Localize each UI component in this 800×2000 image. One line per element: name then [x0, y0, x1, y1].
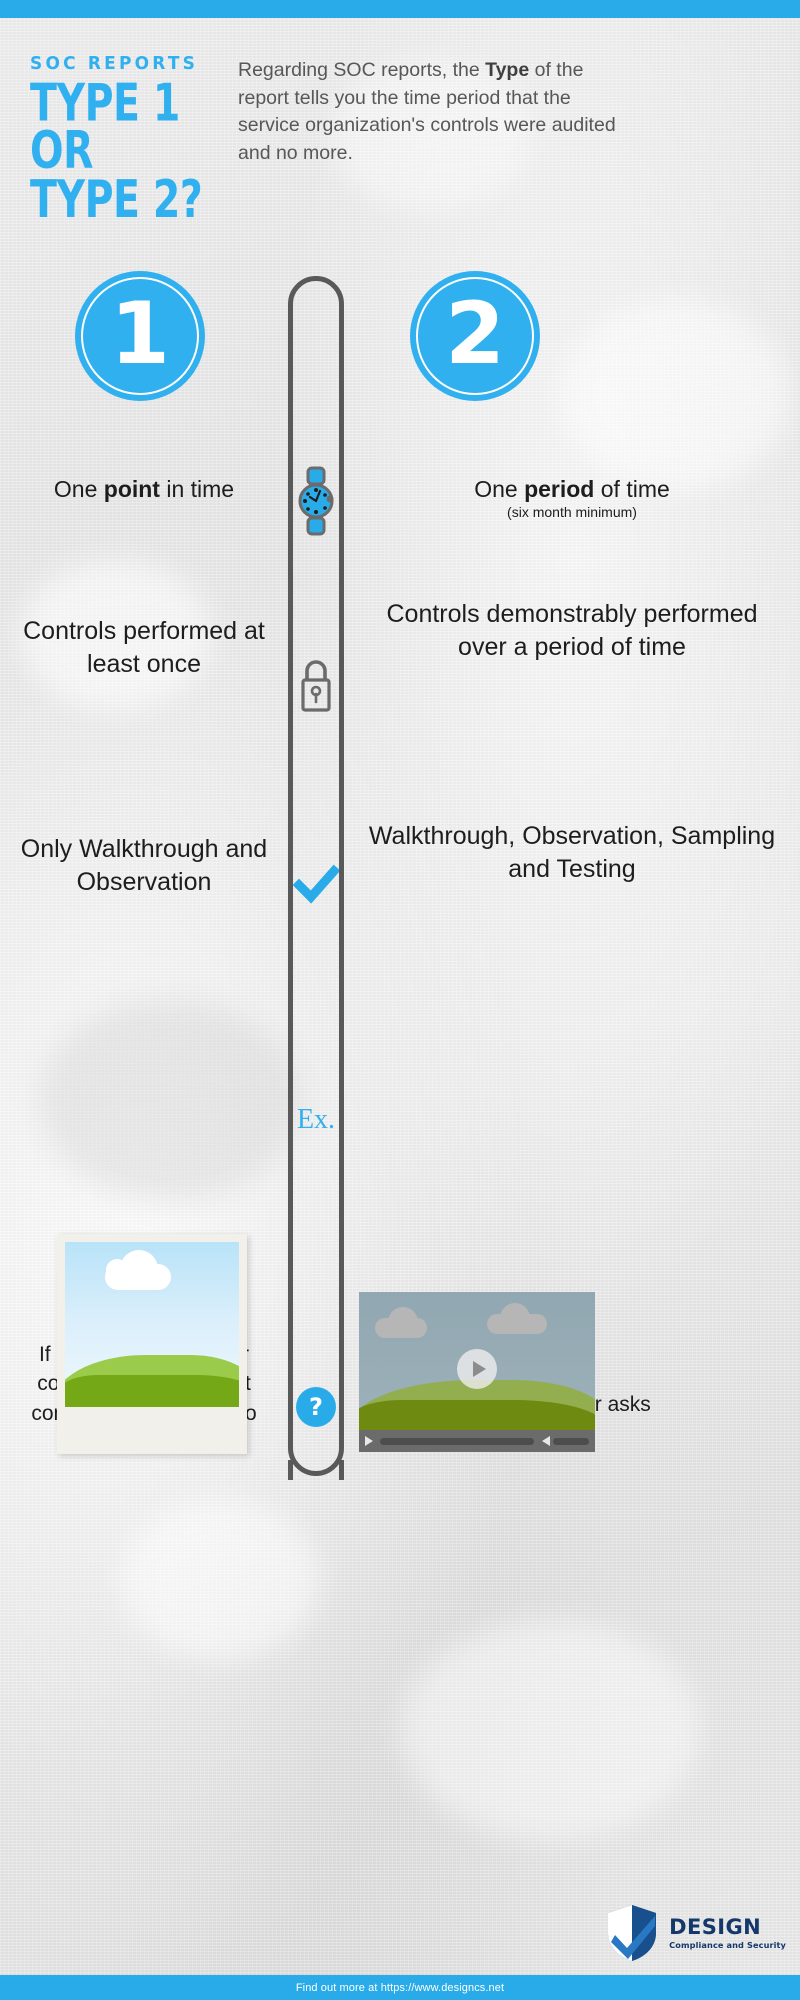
company-logo[interactable]: DESIGN Compliance and Security: [601, 1902, 786, 1964]
video-cloud-icon-1: [375, 1307, 427, 1338]
logo-text-block: DESIGN Compliance and Security: [669, 1914, 786, 1950]
row-frequency-left: Controls performed at least once: [23, 617, 265, 678]
row-timeframe: One point in time One period of time (si…: [0, 476, 800, 520]
badge-type-2-label: 2: [445, 284, 505, 384]
top-accent-bar: [0, 0, 800, 18]
row-methods-left: Only Walkthrough and Observation: [20, 835, 268, 896]
padlock-svg: [301, 660, 331, 712]
shield-check-icon: [608, 1905, 657, 1961]
ex-label: Ex.: [288, 1100, 344, 1140]
header: SOC REPORTS TYPE 1 OR TYPE 2? Regarding …: [0, 52, 800, 225]
hill-dark-shape: [65, 1375, 239, 1407]
progress-track[interactable]: [380, 1437, 534, 1445]
play-button[interactable]: [457, 1348, 497, 1389]
row-timeframe-right: One period of time (six month minimum): [344, 476, 800, 520]
page-title: TYPE 1 OR TYPE 2?: [30, 72, 226, 229]
video-control-bar[interactable]: [359, 1430, 595, 1452]
mini-play-icon[interactable]: [365, 1436, 373, 1446]
checkmark-icon: [288, 855, 344, 915]
badge-type-2: 2: [410, 271, 540, 401]
ex-label-text: Ex.: [296, 1104, 336, 1135]
row-frequency: Controls performed at least once Control…: [0, 600, 800, 681]
play-triangle-icon: [472, 1360, 486, 1377]
title-block: SOC REPORTS TYPE 1 OR TYPE 2?: [0, 52, 238, 225]
badge-type-1-label: 1: [110, 284, 170, 384]
footer-bar: Find out more at https://www.designcs.ne…: [0, 1975, 800, 2000]
cloud-icon: [105, 1250, 171, 1290]
row-timeframe-right-sub: (six month minimum): [507, 503, 637, 520]
timeline-rail-lower: [288, 1460, 344, 1480]
title-line-1: TYPE 1 OR: [30, 72, 180, 181]
row-timeframe-right-main: One period of time: [474, 476, 670, 502]
intro-bold-word: Type: [485, 59, 530, 81]
wristwatch-svg: [298, 466, 334, 536]
intro-part-1: Regarding SOC reports, the: [238, 59, 486, 81]
badge-type-1: 1: [75, 271, 205, 401]
photograph-polaroid: [57, 1234, 247, 1454]
padlock-icon: [288, 648, 344, 720]
row-methods-right: Walkthrough, Observation, Sampling and T…: [368, 822, 776, 883]
row-frequency-right: Controls demonstrably performed over a p…: [386, 600, 758, 661]
volume-track[interactable]: [553, 1437, 589, 1445]
question-mark-label: ?: [309, 1393, 323, 1421]
question-mark-icon: ?: [288, 1387, 344, 1427]
video-hill-dark: [359, 1400, 595, 1430]
logo-name: DESIGN: [669, 1914, 762, 1939]
video-player[interactable]: [359, 1292, 595, 1452]
video-cloud-icon-2: [487, 1303, 547, 1334]
question-mark-circle: ?: [296, 1387, 336, 1427]
speaker-icon[interactable]: [542, 1436, 550, 1446]
polaroid-image: [65, 1242, 239, 1407]
title-line-2: TYPE 2?: [30, 169, 203, 229]
intro-paragraph: Regarding SOC reports, the Type of the r…: [238, 55, 623, 197]
logo-tagline: Compliance and Security: [669, 1939, 786, 1950]
wristwatch-icon: [288, 466, 344, 536]
kicker-text: SOC REPORTS: [30, 52, 199, 75]
row-methods: Only Walkthrough and Observation Walkthr…: [0, 822, 800, 899]
footer-text[interactable]: Find out more at https://www.designcs.ne…: [296, 1982, 504, 1994]
infographic-poster: SOC REPORTS TYPE 1 OR TYPE 2? Regarding …: [0, 0, 800, 2000]
checkmark-svg: [293, 864, 339, 904]
row-timeframe-left: One point in time: [53, 476, 235, 502]
